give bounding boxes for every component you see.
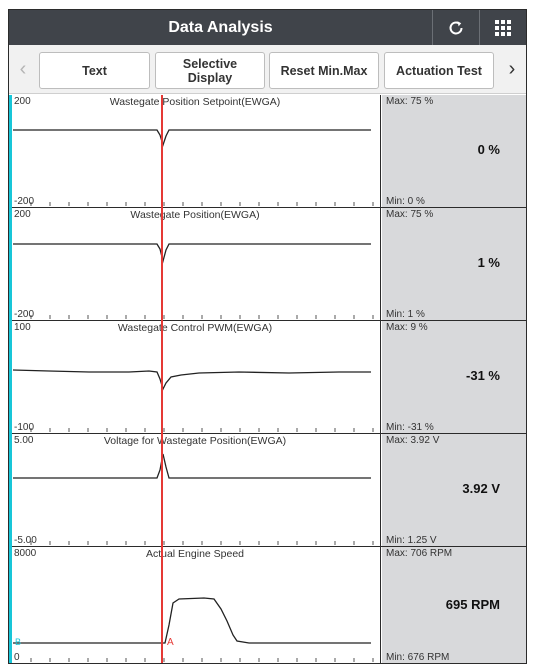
channel-name: Actual Engine Speed <box>145 548 245 560</box>
left-marker-label: B <box>15 637 22 647</box>
tick-marks <box>30 658 374 662</box>
current-value: -31 % <box>466 368 500 383</box>
current-value: 0 % <box>477 142 500 157</box>
max-value: Max: 9 % <box>386 322 428 333</box>
y-axis-min: -200 <box>14 309 35 320</box>
channel-row[interactable]: 100 -100 Wastegate Control PWM(EWGA) Max… <box>9 321 526 434</box>
current-value: 1 % <box>477 255 500 270</box>
y-axis-min: -5.00 <box>14 535 37 546</box>
text-button[interactable]: Text <box>39 52 150 89</box>
channel-graph: 100 -100 Wastegate Control PWM(EWGA) <box>9 321 381 433</box>
channel-name: Wastegate Position Setpoint(EWGA) <box>109 96 281 108</box>
title-bar: Data Analysis <box>9 10 526 45</box>
left-marker-bar[interactable] <box>9 95 12 663</box>
signal-line <box>13 597 371 644</box>
refresh-button[interactable] <box>432 10 479 45</box>
reset-min-max-button[interactable]: Reset Min.Max <box>269 52 379 89</box>
graph-canvas <box>13 243 374 319</box>
channel-row[interactable]: 200 -200 Wastegate Position Setpoint(EWG… <box>9 95 526 208</box>
max-value: Max: 706 RPM <box>386 548 453 559</box>
min-value: Min: -31 % <box>386 422 434 433</box>
current-value: 3.92 V <box>462 481 500 496</box>
actuation-test-button[interactable]: Actuation Test <box>384 52 494 89</box>
tick-marks <box>30 202 374 206</box>
graph-canvas <box>13 129 374 206</box>
signal-line <box>13 129 371 148</box>
scroll-left-button[interactable]: ‹ <box>13 45 33 94</box>
grid-menu-button[interactable] <box>479 10 526 45</box>
channel-graph: 200 -200 Wastegate Position Setpoint(EWG… <box>9 95 381 207</box>
cursor-line[interactable] <box>161 95 163 663</box>
min-value: Min: 0 % <box>386 196 425 207</box>
channel-row[interactable]: 8000 0 Actual Engine Speed Max: 706 RPM … <box>9 547 526 663</box>
signal-line <box>12 369 371 391</box>
channel-row[interactable]: 200 -200 Wastegate Position(EWGA) Max: 7… <box>9 208 526 321</box>
tick-marks <box>30 315 374 319</box>
channel-name: Wastegate Position(EWGA) <box>130 209 260 221</box>
toolbar: ‹ Text Selective Display Reset Min.Max A… <box>9 45 526 94</box>
channel-graph: 5.00 -5.00 Voltage for Wastegate Positio… <box>9 434 381 546</box>
channel-name: Voltage for Wastegate Position(EWGA) <box>103 435 287 447</box>
graph-canvas <box>12 369 374 432</box>
grid-icon <box>495 19 511 36</box>
cursor-label: A <box>167 637 174 648</box>
signal-line <box>13 243 371 264</box>
y-axis-min: -200 <box>14 196 35 207</box>
signal-line <box>13 453 371 479</box>
channel-name: Wastegate Control PWM(EWGA) <box>117 322 273 334</box>
scroll-right-button[interactable]: › <box>502 45 522 94</box>
y-axis-min: 0 <box>14 652 20 663</box>
selective-display-button[interactable]: Selective Display <box>155 52 265 89</box>
channel-row[interactable]: 5.00 -5.00 Voltage for Wastegate Positio… <box>9 434 526 547</box>
max-value: Max: 75 % <box>386 96 434 107</box>
channel-list: 200 -200 Wastegate Position Setpoint(EWG… <box>9 95 526 663</box>
y-axis-min: -100 <box>14 422 35 433</box>
graph-canvas <box>13 597 374 662</box>
value-panel: Max: 706 RPM 695 RPM Min: 676 RPM <box>382 547 526 663</box>
tick-marks <box>30 541 374 545</box>
max-value: Max: 75 % <box>386 209 434 220</box>
value-panel: Max: 75 % 0 % Min: 0 % <box>382 95 526 207</box>
data-analysis-window: Data Analysis ‹ Text Selective Display R… <box>8 9 527 664</box>
min-value: Min: 1.25 V <box>386 535 437 546</box>
max-value: Max: 3.92 V <box>386 435 440 446</box>
value-panel: Max: 75 % 1 % Min: 1 % <box>382 208 526 320</box>
channel-graph: 8000 0 Actual Engine Speed <box>9 547 381 663</box>
min-value: Min: 676 RPM <box>386 652 450 663</box>
value-panel: Max: 3.92 V 3.92 V Min: 1.25 V <box>382 434 526 546</box>
refresh-icon <box>449 20 463 34</box>
page-title: Data Analysis <box>168 19 273 36</box>
min-value: Min: 1 % <box>386 309 425 320</box>
current-value: 695 RPM <box>445 597 500 612</box>
graph-canvas <box>13 453 374 545</box>
tick-marks <box>30 428 374 432</box>
value-panel: Max: 9 % -31 % Min: -31 % <box>382 321 526 433</box>
channel-graph: 200 -200 Wastegate Position(EWGA) <box>9 208 381 320</box>
